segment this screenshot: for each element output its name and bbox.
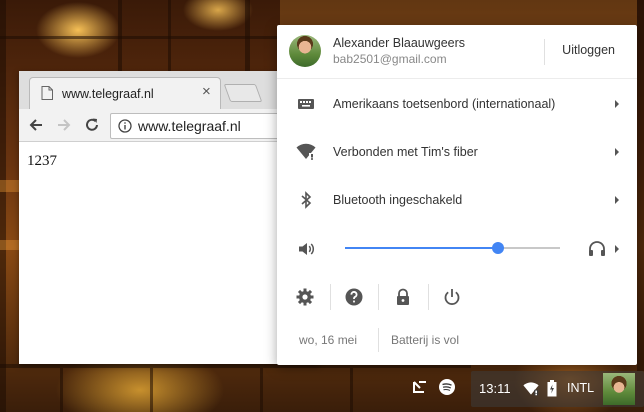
battery-icon <box>547 380 557 397</box>
volume-slider-thumb[interactable] <box>491 242 504 254</box>
volume-slider-fill <box>345 247 498 249</box>
forward-arrow-icon[interactable] <box>55 116 73 134</box>
help-icon[interactable] <box>344 287 364 307</box>
divider <box>330 284 331 310</box>
speaker-icon[interactable] <box>296 239 316 259</box>
user-card: Alexander Blaauwgeers bab2501@gmail.com … <box>277 25 637 79</box>
browser-tab[interactable]: www.telegraaf.nl × <box>29 77 221 110</box>
user-name: Alexander Blaauwgeers <box>333 36 466 50</box>
chevron-right-icon[interactable] <box>613 244 621 254</box>
system-tray-menu: Alexander Blaauwgeers bab2501@gmail.com … <box>277 25 637 365</box>
keyboard-layout-label: Amerikaans toetsenbord (internationaal) <box>333 97 556 111</box>
keyboard-layout-item[interactable]: Amerikaans toetsenbord (internationaal) <box>277 80 637 128</box>
user-email: bab2501@gmail.com <box>333 52 447 66</box>
status-area[interactable]: 13:11 INTL <box>471 371 644 407</box>
power-icon[interactable] <box>442 287 462 307</box>
network-label: Verbonden met Tim's fiber <box>333 145 478 159</box>
network-item[interactable]: Verbonden met Tim's fiber <box>277 128 637 176</box>
tab-strip: www.telegraaf.nl × <box>19 71 319 110</box>
spotify-icon[interactable] <box>438 378 456 396</box>
info-icon[interactable] <box>118 119 132 133</box>
divider <box>544 39 545 65</box>
divider <box>428 284 429 310</box>
wifi-icon <box>523 382 539 396</box>
page-content-text: 1237 <box>27 153 57 169</box>
input-method-indicator: INTL <box>567 381 595 395</box>
battery-status: Batterij is vol <box>391 333 460 347</box>
tray-footer: wo, 16 mei Batterij is vol <box>277 323 637 357</box>
bluetooth-item[interactable]: Bluetooth ingeschakeld <box>277 176 637 224</box>
chevron-right-icon <box>615 196 619 204</box>
quick-actions <box>277 276 637 318</box>
chevron-right-icon <box>615 100 619 108</box>
tab-title: www.telegraaf.nl <box>62 87 154 101</box>
bluetooth-label: Bluetooth ingeschakeld <box>333 193 463 207</box>
divider <box>378 328 379 352</box>
browser-window: www.telegraaf.nl × www.telegraaf.nl 1237 <box>19 71 332 364</box>
volume-slider[interactable] <box>345 242 560 254</box>
clock: 13:11 <box>479 381 511 396</box>
bluetooth-icon <box>301 191 312 209</box>
headphones-icon[interactable] <box>587 239 607 259</box>
settings-icon[interactable] <box>295 287 315 307</box>
close-icon[interactable]: × <box>202 84 211 100</box>
new-tab-button[interactable] <box>223 84 263 102</box>
avatar <box>603 373 635 405</box>
divider <box>378 284 379 310</box>
keyboard-icon <box>298 99 314 109</box>
page-icon <box>41 86 53 100</box>
date-label[interactable]: wo, 16 mei <box>299 333 357 347</box>
browser-toolbar: www.telegraaf.nl <box>19 109 332 142</box>
lock-icon[interactable] <box>393 287 413 307</box>
volume-control <box>277 229 637 269</box>
avatar <box>289 35 321 67</box>
reload-icon[interactable] <box>83 116 101 134</box>
wifi-icon <box>296 143 316 160</box>
logout-button[interactable]: Uitloggen <box>562 43 615 57</box>
url-text: www.telegraaf.nl <box>138 118 241 134</box>
notification-icon[interactable] <box>411 378 429 396</box>
back-arrow-icon[interactable] <box>27 116 45 134</box>
chevron-right-icon <box>615 148 619 156</box>
